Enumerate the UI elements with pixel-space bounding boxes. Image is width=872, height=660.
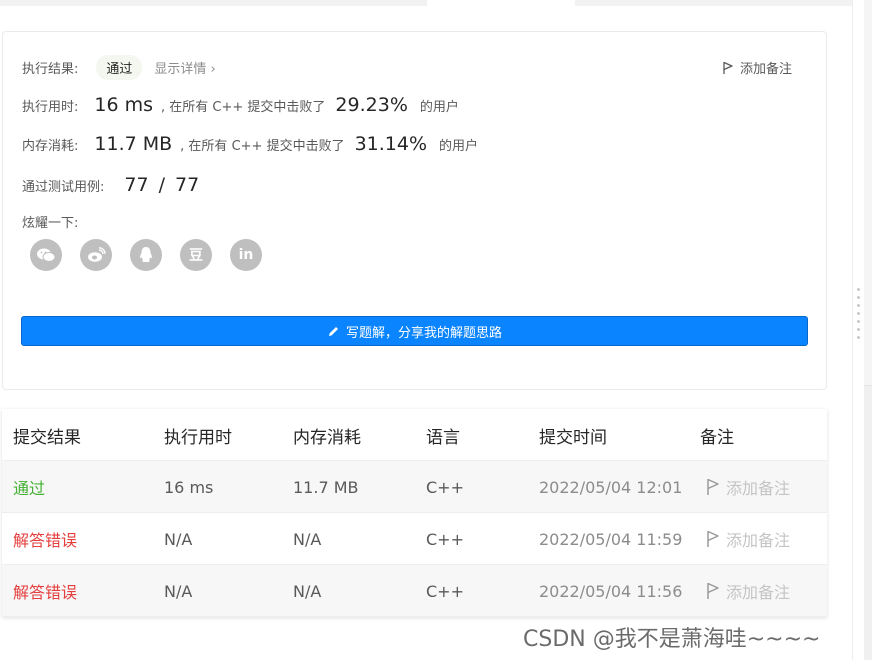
memory-suffix: 的用户 [439,138,479,154]
row-add-note-label: 添加备注 [726,583,791,602]
result-card: 执行结果: 通过 显示详情 › 添加备注 执行用时: 16 ms , 在所有 C… [2,31,827,390]
memory-value: 11.7 MB [94,133,173,155]
submission-time: 2022/05/04 12:01 [539,477,683,497]
row-add-note-label: 添加备注 [726,479,791,498]
table-row[interactable]: 解答错误 N/A N/A C++ 2022/05/04 11:59 添加备注 [2,513,827,565]
show-details-link[interactable]: 显示详情 › [154,58,215,77]
submission-status-link[interactable]: 解答错误 [13,565,77,617]
submission-memory: 11.7 MB [293,477,359,497]
qq-icon[interactable] [130,239,162,271]
tests-total: 77 [174,174,200,196]
tests-passed: 77 [124,174,149,196]
douban-icon[interactable]: 豆 [180,239,212,271]
header-memory: 内存消耗 [293,427,361,448]
memory-row: 内存消耗: 11.7 MB , 在所有 C++ 提交中击败了 31.14% 的用… [22,133,478,155]
runtime-label: 执行用时: [22,99,79,115]
result-status-badge: 通过 [96,55,143,80]
weibo-icon[interactable] [80,239,112,271]
runtime-row: 执行用时: 16 ms , 在所有 C++ 提交中击败了 29.23% 的用户 [22,94,459,116]
pane-splitter-handle[interactable] [857,288,861,348]
submission-memory: N/A [293,529,322,549]
row-add-note-label: 添加备注 [726,531,791,550]
wechat-icon[interactable] [30,239,62,271]
header-status: 提交结果 [13,427,81,448]
table-row[interactable]: 解答错误 N/A N/A C++ 2022/05/04 11:56 添加备注 [2,565,827,617]
douban-glyph: 豆 [189,248,203,264]
submission-time: 2022/05/04 11:59 [539,529,683,549]
share-label: 炫耀一下: [22,216,79,231]
submission-status-link[interactable]: 通过 [13,461,45,513]
table-row[interactable]: 通过 16 ms 11.7 MB C++ 2022/05/04 12:01 添加… [2,461,827,513]
linkedin-glyph: in [238,247,254,263]
flag-icon [707,530,719,547]
memory-beat-text: , 在所有 C++ 提交中击败了 [180,138,345,154]
header-note: 备注 [700,427,734,448]
row-add-note-button[interactable]: 添加备注 [700,513,790,565]
pencil-icon [328,326,338,336]
submission-time: 2022/05/04 11:56 [539,581,683,601]
right-edge-lower [864,385,872,660]
flag-icon [707,478,719,495]
header-runtime: 执行用时 [164,427,232,448]
runtime-percent: 29.23% [335,94,408,116]
flag-icon [707,582,719,599]
memory-label: 内存消耗: [22,138,79,154]
submissions-table: 提交结果 执行用时 内存消耗 语言 提交时间 备注 通过 16 ms 11.7 … [2,409,827,617]
tests-label: 通过测试用例: [22,179,105,195]
submission-memory: N/A [293,581,322,601]
submission-language: C++ [426,529,464,549]
share-icons: 豆 in [30,239,280,271]
header-submit-time: 提交时间 [539,427,607,448]
submission-runtime: N/A [164,581,193,601]
runtime-suffix: 的用户 [419,99,459,115]
row-add-note-button[interactable]: 添加备注 [700,565,790,617]
header-language: 语言 [426,427,460,448]
submission-runtime: N/A [164,529,193,549]
runtime-value: 16 ms [94,94,154,116]
active-tab-gap [427,0,575,6]
submission-runtime: 16 ms [164,477,214,497]
csdn-watermark: CSDN @我不是萧海哇~~~~ [523,627,821,652]
result-row: 执行结果: 通过 显示详情 › [22,55,216,80]
add-note-button[interactable]: 添加备注 [722,58,792,77]
write-solution-button[interactable]: 写题解，分享我的解题思路 [21,316,808,346]
memory-percent: 31.14% [354,133,428,155]
share-row: 炫耀一下: [22,212,78,231]
result-label: 执行结果: [22,62,79,77]
table-header-row: 提交结果 执行用时 内存消耗 语言 提交时间 备注 [2,409,827,461]
runtime-beat-text: , 在所有 C++ 提交中击败了 [161,99,326,115]
write-solution-label: 写题解，分享我的解题思路 [345,325,502,341]
flag-icon [723,61,733,74]
add-note-label: 添加备注 [739,62,792,77]
row-add-note-button[interactable]: 添加备注 [700,461,790,513]
right-edge-panel [864,0,872,660]
tests-row: 通过测试用例: 77 / 77 [22,174,199,196]
tests-separator: / [158,174,165,196]
linkedin-icon[interactable]: in [230,239,262,271]
submission-status-link[interactable]: 解答错误 [13,513,77,565]
top-tab-strip [0,0,852,6]
submission-language: C++ [426,581,464,601]
submission-language: C++ [426,477,464,497]
